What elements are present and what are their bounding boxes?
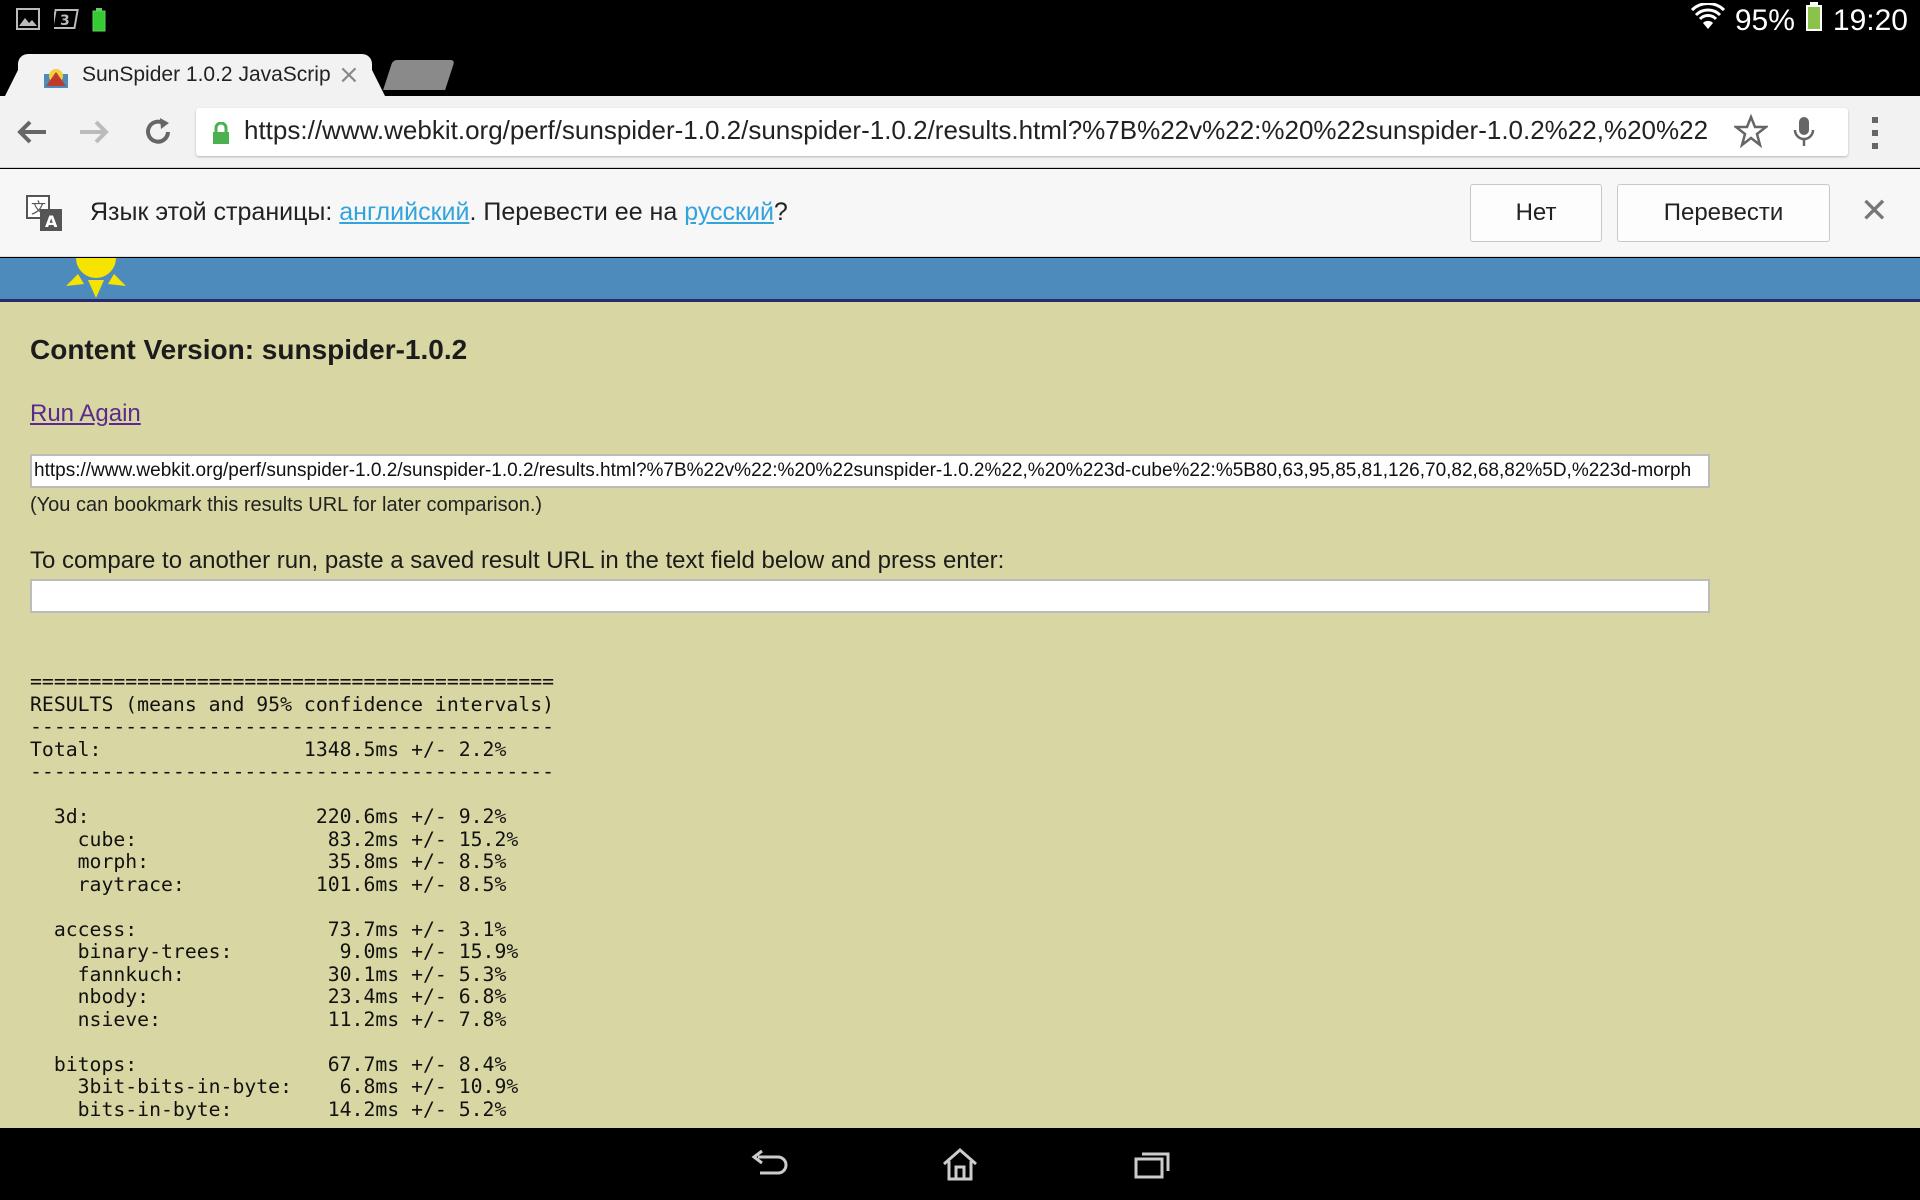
target-language-link[interactable]: русский (684, 198, 774, 226)
back-arrow-icon (17, 120, 46, 144)
overflow-menu-button[interactable] (1870, 116, 1880, 154)
lock-icon (212, 121, 230, 148)
toolbar: https://www.webkit.org/perf/sunspider-1.… (0, 96, 1920, 168)
tab-close-icon[interactable]: × (338, 60, 360, 90)
status-bar: 3 95% 19:20 (0, 0, 1920, 42)
sunspider-favicon-icon (44, 64, 68, 88)
back-button[interactable] (10, 110, 54, 154)
compare-url-input[interactable] (30, 579, 1710, 613)
close-infobar-icon[interactable]: ✕ (1860, 191, 1889, 231)
no-translate-button[interactable]: Нет (1470, 184, 1602, 242)
forward-button[interactable] (72, 110, 116, 154)
results-output: ========================================… (30, 670, 555, 1121)
translate-middle: . Перевести ее на (469, 198, 685, 226)
page-banner (0, 258, 1920, 302)
reload-button[interactable] (136, 110, 180, 154)
home-icon (943, 1148, 977, 1181)
gallery-icon (16, 8, 40, 30)
compare-label: To compare to another run, paste a saved… (30, 547, 1005, 574)
translate-message: Язык этой страницы: английский. Перевест… (90, 198, 788, 227)
recent-apps-button[interactable] (1122, 1144, 1182, 1184)
3g-icon: 3 (51, 8, 79, 30)
tab-title: SunSpider 1.0.2 JavaScrip (82, 63, 331, 86)
url-text[interactable]: https://www.webkit.org/perf/sunspider-1.… (244, 115, 1720, 146)
wifi-icon (1690, 2, 1725, 39)
svg-text:3: 3 (60, 13, 70, 29)
more-vert-icon (1872, 117, 1878, 149)
tab-active[interactable]: SunSpider 1.0.2 JavaScrip × (18, 54, 372, 98)
battery-icon (1805, 2, 1823, 40)
battery-percent: 95% (1734, 4, 1795, 37)
translate-prefix: Язык этой страницы: (90, 198, 340, 226)
system-nav-bar (0, 1128, 1920, 1200)
clock: 19:20 (1832, 4, 1908, 37)
run-again-link[interactable]: Run Again (30, 400, 141, 428)
home-nav-button[interactable] (930, 1144, 990, 1184)
recent-apps-icon (1134, 1152, 1170, 1179)
bookmark-star-icon[interactable] (1732, 113, 1770, 152)
new-tab-button[interactable] (383, 60, 455, 90)
battery-small-icon (92, 8, 116, 32)
reload-icon (146, 118, 170, 144)
translate-suffix: ? (773, 198, 788, 226)
sun-logo-icon (54, 258, 138, 302)
svg-text:A: A (45, 212, 58, 231)
translate-icon: 文A (26, 195, 64, 237)
web-page: Content Version: sunspider-1.0.2 Run Aga… (0, 258, 1920, 1128)
source-language-link[interactable]: английский (339, 198, 469, 226)
microphone-icon[interactable] (1792, 116, 1816, 152)
back-nav-icon (751, 1149, 788, 1175)
translate-infobar: 文A Язык этой страницы: английский. Перев… (0, 169, 1920, 257)
content-version-heading: Content Version: sunspider-1.0.2 (30, 334, 468, 365)
result-url-field[interactable]: https://www.webkit.org/perf/sunspider-1.… (30, 454, 1710, 488)
tab-strip: SunSpider 1.0.2 JavaScrip × (0, 42, 1920, 98)
bookmark-note: (You can bookmark this results URL for l… (30, 494, 543, 516)
forward-arrow-icon (80, 120, 109, 144)
translate-button[interactable]: Перевести (1617, 184, 1830, 242)
omnibox[interactable]: https://www.webkit.org/perf/sunspider-1.… (196, 108, 1848, 156)
back-nav-button[interactable] (738, 1144, 798, 1184)
